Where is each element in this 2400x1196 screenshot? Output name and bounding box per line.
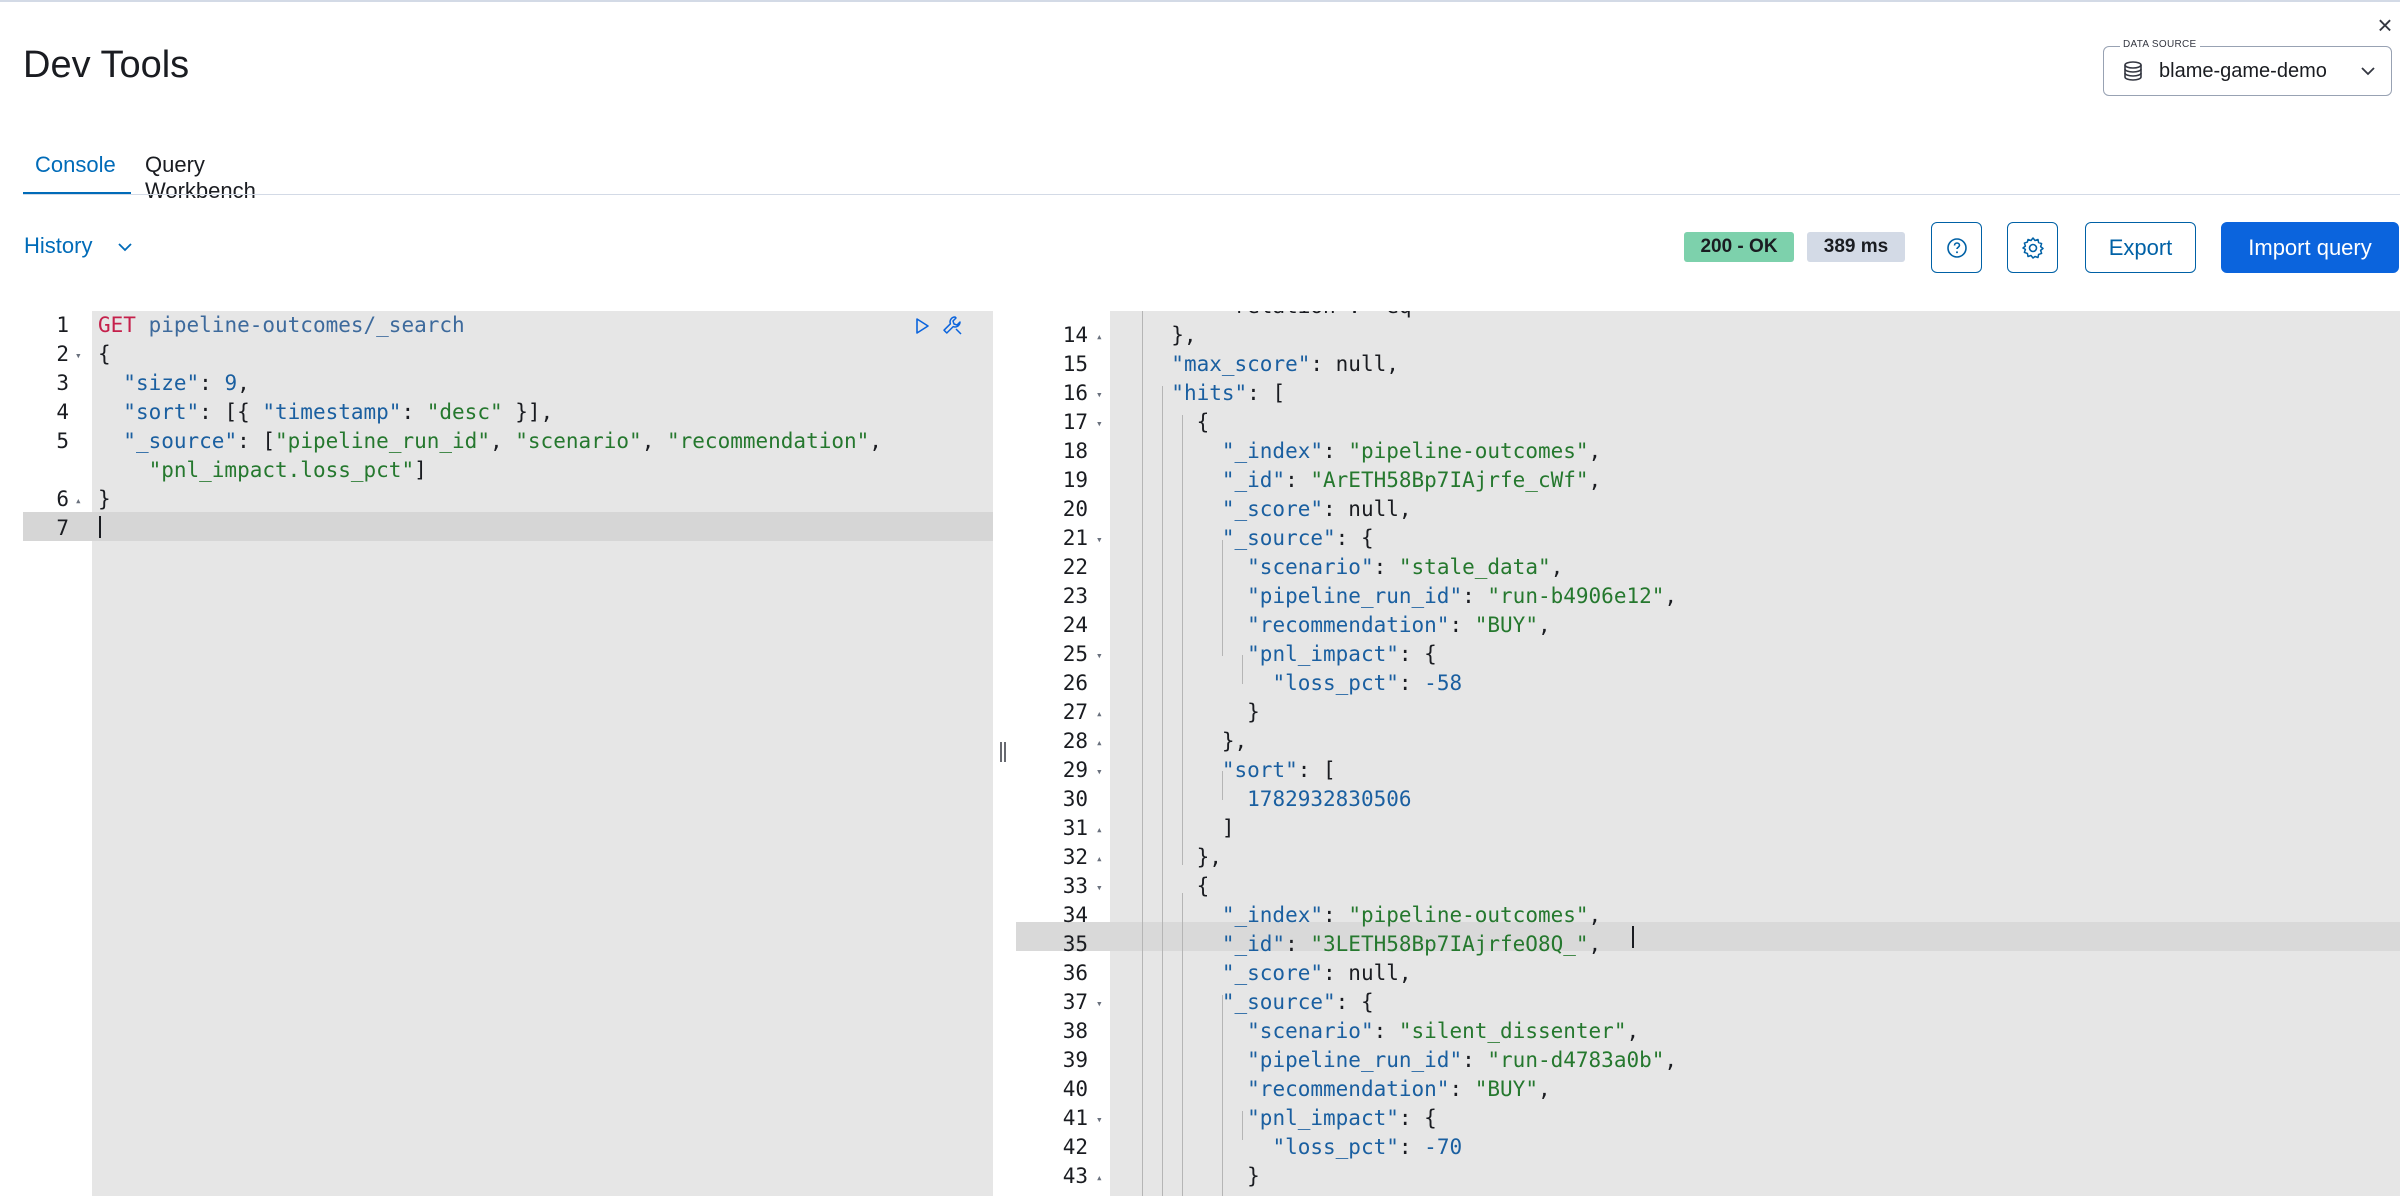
close-icon[interactable]: × bbox=[2372, 12, 2398, 38]
tab-divider bbox=[23, 194, 2400, 195]
line-number: 23 bbox=[1062, 584, 1088, 608]
data-source-value: blame-game-demo bbox=[2159, 60, 2327, 82]
tab-query-workbench[interactable]: Query Workbench bbox=[145, 152, 256, 204]
line-number: 34 bbox=[1062, 903, 1088, 927]
text-cursor bbox=[99, 516, 101, 538]
data-source-legend: DATA SOURCE bbox=[2120, 39, 2200, 50]
line-number: 27 bbox=[1062, 700, 1088, 724]
line-number: 30 bbox=[1062, 787, 1088, 811]
response-code: "relation": "eq" bbox=[1016, 311, 1424, 364]
line-number: 3 bbox=[56, 371, 69, 395]
line-number: 24 bbox=[1062, 613, 1088, 637]
line-number: 29 bbox=[1062, 758, 1088, 782]
panel-resize-handle[interactable] bbox=[998, 740, 1008, 764]
line-number: 31 bbox=[1062, 816, 1088, 840]
line-number: 35 bbox=[1062, 932, 1088, 956]
top-border bbox=[0, 0, 2400, 2]
line-number bbox=[23, 456, 69, 485]
request-line-1: GET pipeline-outcomes/_search bbox=[98, 311, 465, 340]
fold-toggle-icon[interactable]: ▾ bbox=[1096, 757, 1103, 786]
line-number: 33 bbox=[1062, 874, 1088, 898]
line-number: 19 bbox=[1062, 468, 1088, 492]
fold-toggle-icon[interactable]: ▴ bbox=[1096, 699, 1103, 728]
http-method: GET bbox=[98, 313, 136, 337]
indent-guide bbox=[1142, 311, 1143, 1196]
request-line-5-wrap: "pnl_impact.loss_pct"] bbox=[148, 458, 427, 482]
line-number: 36 bbox=[1062, 961, 1088, 985]
request-line-6: } bbox=[98, 487, 111, 511]
line-number: 39 bbox=[1062, 1048, 1088, 1072]
help-icon bbox=[1947, 238, 1967, 258]
line-number: 28 bbox=[1062, 729, 1088, 753]
request-editor[interactable]: 1 2 ▾ 3 4 5 6 ▴ 7 GET pipeline-outcomes/_search … bbox=[23, 311, 993, 1196]
fold-toggle-icon[interactable]: ▴ bbox=[75, 486, 82, 515]
line-number: 26 bbox=[1062, 671, 1088, 695]
fold-toggle-icon[interactable]: ▾ bbox=[75, 341, 82, 370]
line-number: 16 bbox=[1062, 381, 1088, 405]
help-button[interactable] bbox=[1931, 222, 1982, 273]
line-number: 42 bbox=[1062, 1135, 1088, 1159]
fold-toggle-icon[interactable]: ▴ bbox=[1096, 1163, 1103, 1192]
data-source-selector[interactable]: DATA SOURCE blame-game-demo bbox=[2103, 39, 2392, 96]
line-number: 38 bbox=[1062, 1019, 1088, 1043]
line-number: 1 bbox=[56, 313, 69, 337]
line-number: 21 bbox=[1062, 526, 1088, 550]
line-number: 6 bbox=[56, 487, 69, 511]
fold-toggle-icon[interactable]: ▾ bbox=[1096, 380, 1103, 409]
request-line-4: "sort": [{ "timestamp": "desc" }], bbox=[123, 400, 554, 424]
text-cursor bbox=[1632, 926, 1634, 948]
line-number: 25 bbox=[1062, 642, 1088, 666]
fold-toggle-icon[interactable]: ▾ bbox=[1096, 525, 1103, 554]
response-viewer[interactable]: 14 ▴ 15 16 ▾ 17 ▾ 18 19 20 21 ▾ 22 23 24 25 ▾ 26 27 ▴ 28 ▴ 29 ▾… bbox=[1016, 311, 2400, 1196]
fold-toggle-icon[interactable]: ▴ bbox=[1096, 322, 1103, 351]
fold-toggle-icon[interactable]: ▾ bbox=[1096, 409, 1103, 438]
line-number: 22 bbox=[1062, 555, 1088, 579]
wrench-icon[interactable] bbox=[940, 313, 966, 339]
line-number: 17 bbox=[1062, 410, 1088, 434]
line-number: 5 bbox=[56, 429, 69, 453]
line-number: 7 bbox=[56, 516, 69, 540]
database-icon bbox=[2124, 61, 2142, 81]
duration-badge: 389 ms bbox=[1807, 232, 1905, 262]
line-number: 4 bbox=[56, 400, 69, 424]
line-number: 41 bbox=[1062, 1106, 1088, 1130]
line-number: 43 bbox=[1062, 1164, 1088, 1188]
line-number: 37 bbox=[1062, 990, 1088, 1014]
chevron-down-icon[interactable] bbox=[116, 238, 134, 256]
fold-toggle-icon[interactable]: ▾ bbox=[1096, 1105, 1103, 1134]
line-number: 18 bbox=[1062, 439, 1088, 463]
line-number: 32 bbox=[1062, 845, 1088, 869]
play-icon[interactable] bbox=[911, 315, 933, 337]
fold-toggle-icon[interactable]: ▴ bbox=[1096, 844, 1103, 873]
page-title: Dev Tools bbox=[23, 44, 190, 86]
request-line-5: "_source": ["pipeline_run_id", "scenario… bbox=[123, 429, 882, 453]
line-number: 2 bbox=[56, 342, 69, 366]
history-button[interactable]: History bbox=[24, 233, 92, 259]
fold-toggle-icon[interactable]: ▴ bbox=[1096, 728, 1103, 757]
fold-toggle-icon[interactable]: ▴ bbox=[1096, 815, 1103, 844]
line-number: 40 bbox=[1062, 1077, 1088, 1101]
request-line-2: { bbox=[98, 342, 111, 366]
line-number: 20 bbox=[1062, 497, 1088, 521]
settings-button[interactable] bbox=[2007, 222, 2058, 273]
import-query-button[interactable]: Import query bbox=[2221, 222, 2399, 273]
export-button[interactable]: Export bbox=[2085, 222, 2196, 273]
chevron-down-icon bbox=[2361, 67, 2375, 76]
request-line-3: "size": 9, bbox=[123, 371, 250, 395]
fold-toggle-icon[interactable]: ▾ bbox=[1096, 989, 1103, 1018]
request-path: pipeline-outcomes/_search bbox=[148, 313, 465, 337]
current-line-highlight bbox=[23, 512, 993, 541]
status-badge: 200 - OK bbox=[1684, 232, 1794, 262]
tab-console[interactable]: Console bbox=[35, 152, 116, 178]
gear-icon bbox=[2022, 237, 2044, 259]
fold-toggle-icon[interactable]: ▾ bbox=[1096, 641, 1103, 670]
fold-toggle-icon[interactable]: ▾ bbox=[1096, 873, 1103, 902]
